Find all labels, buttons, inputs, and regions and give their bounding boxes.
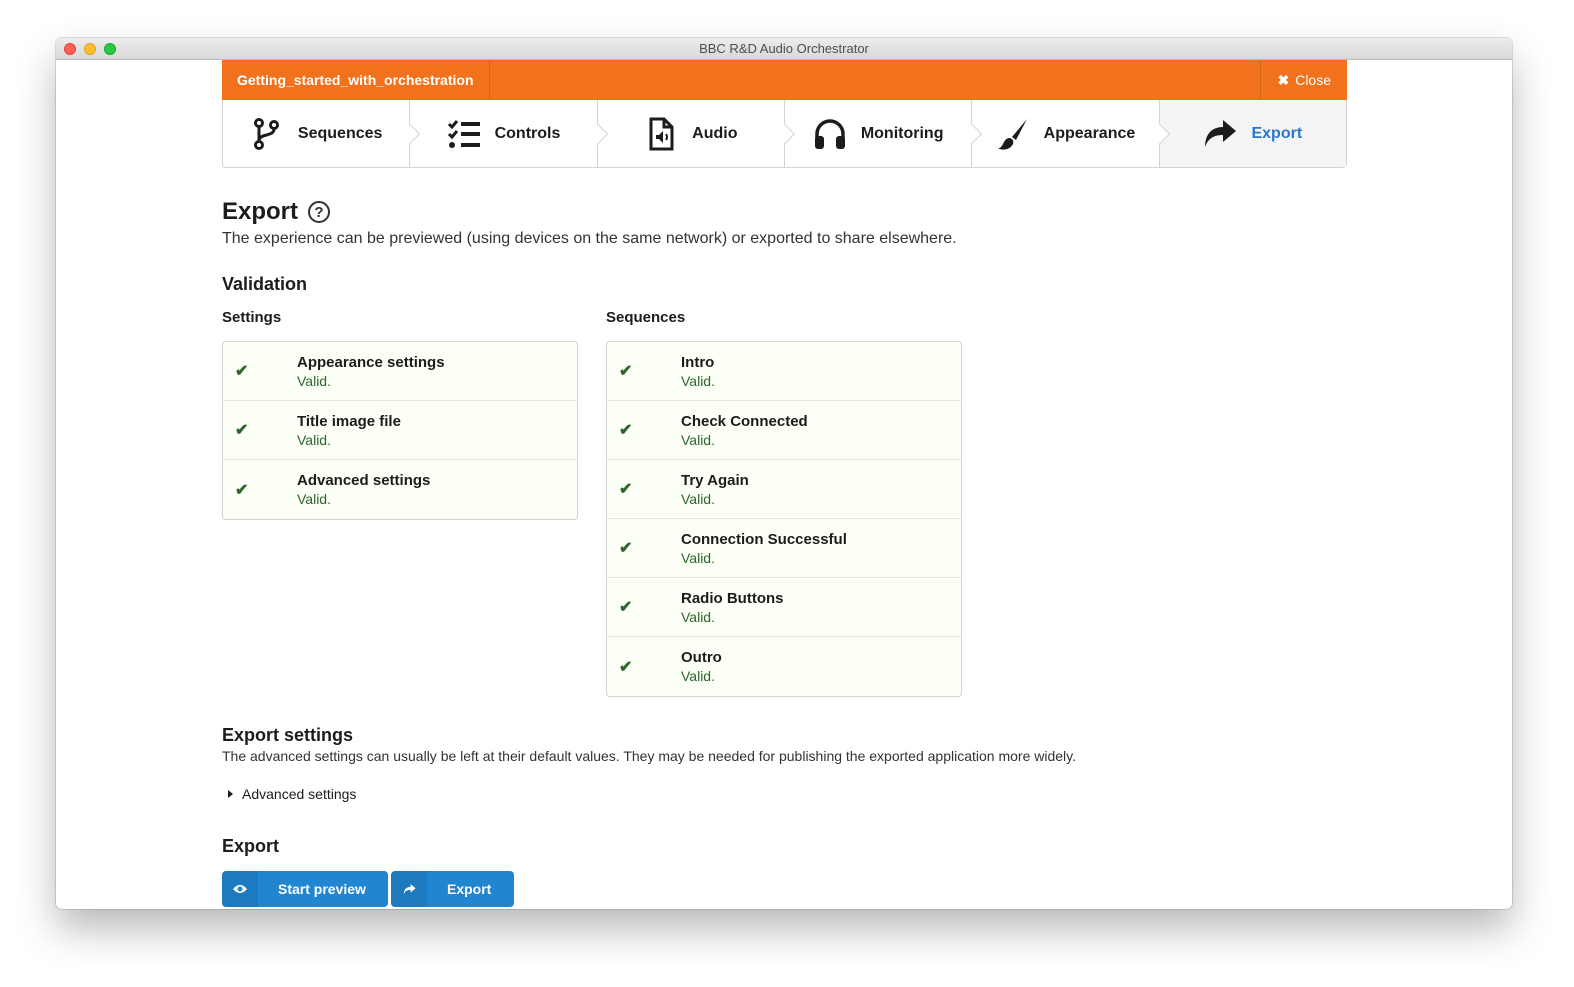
page-subtitle: The experience can be previewed (using d… bbox=[222, 230, 957, 247]
start-preview-button[interactable]: Start preview bbox=[222, 871, 388, 907]
item-status: Valid. bbox=[297, 431, 331, 448]
start-preview-label: Start preview bbox=[278, 881, 366, 897]
step-sequences[interactable]: Sequences bbox=[223, 100, 411, 167]
validation-grid: Settings ✔ Appearance settings Valid. ✔ T… bbox=[222, 309, 1347, 697]
export-label: Export bbox=[447, 881, 492, 897]
step-label: Export bbox=[1251, 124, 1303, 142]
step-appearance[interactable]: Appearance bbox=[972, 100, 1160, 167]
item-status: Valid. bbox=[297, 491, 331, 507]
step-label: Sequences bbox=[297, 124, 383, 142]
window-minimize-button[interactable] bbox=[84, 43, 96, 55]
item-status: Valid. bbox=[681, 549, 715, 566]
step-label: Audio bbox=[692, 124, 738, 142]
window-zoom-button[interactable] bbox=[104, 43, 116, 55]
project-name: Getting_started_with_orchestration bbox=[222, 60, 490, 100]
branch-icon bbox=[253, 117, 279, 150]
check-icon: ✔ bbox=[619, 599, 633, 616]
item-status: Valid. bbox=[297, 372, 331, 389]
check-icon: ✔ bbox=[235, 481, 249, 499]
item-status: Valid. bbox=[681, 608, 715, 625]
check-icon: ✔ bbox=[619, 363, 633, 380]
list-item: ✔ Advanced settings Valid. bbox=[223, 460, 577, 519]
window-titlebar: BBC R&D Audio Orchestrator bbox=[56, 38, 1512, 60]
item-status: Valid. bbox=[681, 372, 715, 389]
help-icon[interactable]: ? bbox=[308, 201, 331, 223]
check-icon: ✔ bbox=[619, 481, 633, 498]
paintbrush-icon bbox=[997, 118, 1027, 150]
list-item: ✔ Appearance settings Valid. bbox=[223, 342, 577, 401]
sequences-validation-list: ✔ Intro Valid. ✔ Check Connected Valid. ✔ … bbox=[606, 341, 962, 697]
settings-column: Settings ✔ Appearance settings Valid. ✔ T… bbox=[222, 309, 578, 697]
step-navigation: Sequences Controls Audio Monitoring Appe… bbox=[222, 100, 1347, 168]
step-monitoring[interactable]: Monitoring bbox=[785, 100, 973, 167]
step-audio[interactable]: Audio bbox=[598, 100, 785, 167]
list-item: ✔ Connection Successful Valid. bbox=[607, 519, 961, 578]
item-title: Intro bbox=[681, 353, 715, 371]
page-title: Export bbox=[222, 198, 299, 225]
item-title: Outro bbox=[681, 649, 722, 666]
app-main: Getting_started_with_orchestration ✖ Clo… bbox=[222, 60, 1347, 907]
eye-icon bbox=[222, 871, 258, 907]
export-heading: Export bbox=[222, 836, 280, 856]
list-item: ✔ Title image file Valid. bbox=[223, 401, 577, 460]
close-icon: ✖ bbox=[1277, 72, 1290, 88]
check-icon: ✔ bbox=[235, 363, 249, 380]
app-window: BBC R&D Audio Orchestrator Getting_start… bbox=[56, 38, 1512, 909]
window-close-button[interactable] bbox=[64, 43, 76, 55]
advanced-settings-label: Advanced settings bbox=[242, 786, 357, 802]
list-item: ✔ Radio Buttons Valid. bbox=[607, 578, 961, 637]
list-item: ✔ Try Again Valid. bbox=[607, 460, 961, 519]
item-status: Valid. bbox=[681, 431, 715, 448]
share-arrow-icon bbox=[1205, 119, 1237, 147]
window-controls bbox=[64, 43, 116, 55]
audio-file-icon bbox=[649, 117, 674, 150]
item-title: Advanced settings bbox=[297, 472, 431, 489]
list-item: ✔ Check Connected Valid. bbox=[607, 401, 961, 460]
export-page: Export ? The experience can be previewed… bbox=[222, 198, 1347, 907]
item-title: Check Connected bbox=[681, 412, 808, 430]
window-title: BBC R&D Audio Orchestrator bbox=[699, 41, 869, 56]
export-button[interactable]: Export bbox=[391, 871, 514, 907]
item-title: Title image file bbox=[297, 412, 401, 430]
step-label: Controls bbox=[494, 124, 561, 142]
checklist-icon bbox=[447, 119, 480, 148]
item-title: Appearance settings bbox=[297, 353, 445, 371]
export-buttons: Start preview Export bbox=[222, 871, 1347, 907]
settings-validation-list: ✔ Appearance settings Valid. ✔ Title imag… bbox=[222, 341, 578, 520]
sequences-heading: Sequences bbox=[606, 309, 686, 326]
item-status: Valid. bbox=[681, 490, 715, 507]
item-status: Valid. bbox=[681, 668, 715, 684]
item-title: Try Again bbox=[681, 471, 749, 489]
sequences-column: Sequences ✔ Intro Valid. ✔ Check Connecte… bbox=[606, 309, 962, 697]
check-icon: ✔ bbox=[235, 422, 249, 439]
share-icon bbox=[391, 871, 427, 907]
item-title: Connection Successful bbox=[681, 530, 847, 548]
export-settings-description: The advanced settings can usually be lef… bbox=[222, 748, 1076, 764]
export-settings-heading: Export settings bbox=[222, 725, 354, 745]
step-label: Monitoring bbox=[860, 124, 944, 142]
check-icon: ✔ bbox=[619, 540, 633, 557]
headphones-icon bbox=[814, 118, 845, 149]
step-controls[interactable]: Controls bbox=[410, 100, 598, 167]
item-title: Radio Buttons bbox=[681, 589, 784, 607]
close-label: Close bbox=[1295, 72, 1331, 88]
page-heading: Export ? bbox=[222, 198, 1347, 226]
settings-heading: Settings bbox=[222, 309, 282, 326]
advanced-settings-toggle[interactable]: Advanced settings bbox=[228, 786, 1347, 802]
close-project-button[interactable]: ✖ Close bbox=[1260, 60, 1347, 100]
check-icon: ✔ bbox=[619, 422, 633, 439]
validation-heading: Validation bbox=[222, 274, 308, 294]
list-item: ✔ Intro Valid. bbox=[607, 342, 961, 401]
caret-right-icon bbox=[228, 790, 233, 798]
check-icon: ✔ bbox=[619, 658, 633, 676]
step-export[interactable]: Export bbox=[1159, 100, 1346, 167]
step-label: Appearance bbox=[1043, 124, 1136, 142]
project-header: Getting_started_with_orchestration ✖ Clo… bbox=[222, 60, 1347, 100]
list-item: ✔ Outro Valid. bbox=[607, 637, 961, 696]
